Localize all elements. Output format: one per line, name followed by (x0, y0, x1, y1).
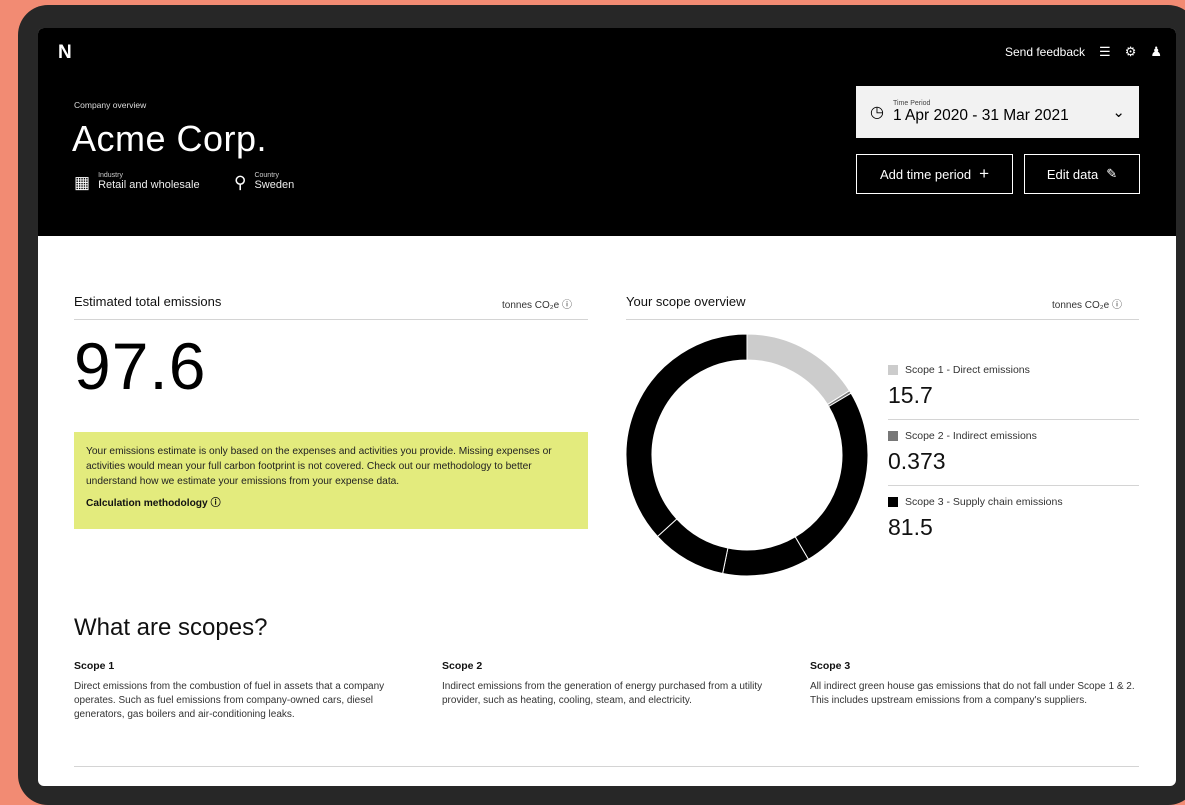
legend-scope-1: Scope 1 - Direct emissions 15.7 (888, 364, 1138, 409)
add-time-period-button[interactable]: Add time period + (856, 154, 1013, 194)
donut-slice-scope-1[interactable] (746, 333, 851, 406)
app-screen: N Send feedback ☰ ⚙ ♟ Company overview A… (38, 28, 1176, 786)
time-period-value: 1 Apr 2020 - 31 Mar 2021 (892, 106, 1069, 124)
scope-2-label: Scope 2 - Indirect emissions (905, 430, 1037, 442)
send-feedback-link[interactable]: Send feedback (1005, 45, 1085, 59)
chevron-down-icon: ⌄ (1112, 104, 1125, 121)
country-label: Country (254, 172, 279, 179)
scope-1-heading: Scope 1 (74, 660, 115, 672)
edit-data-label: Edit data (1046, 166, 1099, 182)
total-unit-label: tonnes CO₂e ⓘ (502, 296, 572, 311)
total-emissions-value: 97.6 (74, 329, 207, 403)
help-icon[interactable]: ⓘ (562, 300, 572, 311)
legend-scope-2: Scope 2 - Indirect emissions 0.373 (888, 430, 1138, 475)
donut-slice-scope-3-part-4[interactable] (625, 333, 748, 538)
scope-1-label: Scope 1 - Direct emissions (905, 364, 1030, 376)
scope-2-swatch (888, 431, 898, 441)
help-icon[interactable]: ⓘ (1112, 300, 1122, 311)
divider (888, 485, 1139, 486)
country-meta: ⚲ Country Sweden (234, 172, 294, 191)
scope-1-description: Direct emissions from the combustion of … (74, 681, 385, 720)
estimate-notice: Your emissions estimate is only based on… (74, 432, 588, 529)
scope-2-info: Scope 2 Indirect emissions from the gene… (442, 660, 772, 708)
top-actions: Send feedback ☰ ⚙ ♟ (1005, 44, 1162, 60)
company-overview-label: Company overview (74, 100, 147, 110)
total-emissions-title: Estimated total emissions (74, 294, 222, 309)
edit-data-button[interactable]: Edit data ✎ (1024, 154, 1140, 194)
company-name: Acme Corp. (72, 118, 268, 159)
scope-1-info: Scope 1 Direct emissions from the combus… (74, 660, 404, 722)
industry-label: Industry (98, 172, 123, 179)
divider (626, 319, 1139, 320)
notice-text: Your emissions estimate is only based on… (86, 446, 552, 487)
scope-2-heading: Scope 2 (442, 660, 483, 672)
scope-1-value: 15.7 (888, 382, 933, 408)
app-logo[interactable]: N (58, 42, 72, 64)
divider (74, 766, 1139, 767)
time-period-label: Time Period (892, 99, 931, 107)
scope-unit-text: tonnes CO₂e (1052, 300, 1110, 311)
divider (74, 319, 588, 320)
clock-icon: ◷ (870, 104, 884, 121)
divider (888, 419, 1139, 420)
country-value: Sweden (254, 179, 295, 191)
scope-3-info: Scope 3 All indirect green house gas emi… (810, 660, 1140, 708)
scope-3-value: 81.5 (888, 514, 933, 540)
scope-unit-label: tonnes CO₂e ⓘ (1052, 296, 1122, 311)
scope-3-swatch (888, 497, 898, 507)
donut-slice-scope-3-part-2[interactable] (722, 536, 810, 577)
settings-gear-icon[interactable]: ⚙ (1125, 44, 1137, 60)
help-icon: ⓘ (210, 498, 221, 509)
scope-1-swatch (888, 365, 898, 375)
plus-icon: + (979, 164, 989, 183)
total-unit-text: tonnes CO₂e (502, 300, 560, 311)
scope-3-heading: Scope 3 (810, 660, 851, 672)
calculation-methodology-link[interactable]: Calculation methodology ⓘ (86, 496, 576, 511)
scope-donut-chart (625, 333, 869, 577)
pencil-icon: ✎ (1106, 166, 1118, 181)
page-header: N Send feedback ☰ ⚙ ♟ Company overview A… (38, 28, 1176, 236)
building-icon: ▦ (74, 173, 91, 192)
scope-2-description: Indirect emissions from the generation o… (442, 681, 763, 706)
user-icon[interactable]: ♟ (1150, 44, 1162, 60)
methodology-link-text: Calculation methodology (86, 498, 208, 509)
industry-value: Retail and wholesale (98, 179, 200, 191)
location-pin-icon: ⚲ (234, 173, 247, 192)
feedback-icon[interactable]: ☰ (1099, 44, 1111, 60)
donut-slice-scope-3-part-1[interactable] (794, 392, 869, 560)
scope-overview-title: Your scope overview (626, 294, 746, 309)
scope-3-description: All indirect green house gas emissions t… (810, 681, 1135, 706)
industry-meta: ▦ Industry Retail and wholesale (74, 172, 200, 191)
scope-3-label: Scope 3 - Supply chain emissions (905, 496, 1063, 508)
time-period-select[interactable]: ◷ Time Period 1 Apr 2020 - 31 Mar 2021 ⌄ (856, 86, 1139, 138)
scope-2-value: 0.373 (888, 448, 946, 474)
scopes-section-title: What are scopes? (74, 614, 268, 641)
legend-scope-3: Scope 3 - Supply chain emissions 81.5 (888, 496, 1138, 541)
add-time-period-label: Add time period (880, 166, 972, 182)
